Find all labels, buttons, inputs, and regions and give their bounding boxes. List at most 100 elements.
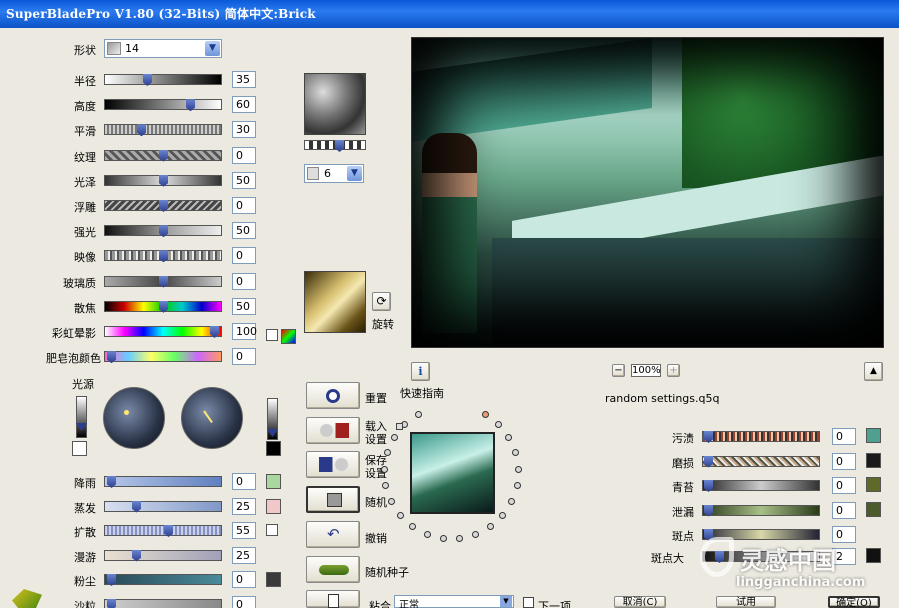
rotate-button[interactable]: ⟳ <box>372 292 391 311</box>
preset-dot[interactable] <box>382 482 389 489</box>
preset-dot[interactable] <box>384 449 391 456</box>
params-value-9[interactable]: 50 <box>232 297 256 315</box>
lower-thumb-4[interactable] <box>107 574 116 586</box>
preset-dot[interactable] <box>415 411 422 418</box>
lower-slider-3[interactable] <box>104 549 222 562</box>
save-settings-button[interactable] <box>306 451 360 478</box>
light-color-black[interactable] <box>266 441 281 456</box>
params-value-3[interactable]: 0 <box>232 146 256 164</box>
evaporate-color-swatch[interactable] <box>266 499 281 514</box>
preset-dot[interactable] <box>514 482 521 489</box>
lower-value-5[interactable]: 0 <box>232 595 256 608</box>
undo-button[interactable]: ↶ <box>306 521 360 548</box>
grunge-thumb-2[interactable] <box>704 480 713 492</box>
paste-button[interactable] <box>306 590 360 608</box>
zoom-out-button[interactable]: − <box>612 364 625 377</box>
params-slider-10[interactable] <box>104 326 222 338</box>
params-thumb-1[interactable] <box>186 99 195 112</box>
preset-dot[interactable] <box>472 531 479 538</box>
grunge-slider-1[interactable] <box>702 455 820 468</box>
chevron-down-icon[interactable]: ▼ <box>205 41 220 56</box>
params-slider-4[interactable] <box>104 174 222 187</box>
random-button[interactable] <box>306 486 360 513</box>
grunge-thumb-1[interactable] <box>704 455 713 468</box>
grunge-slider-0[interactable] <box>702 431 820 443</box>
preset-thumbnail[interactable] <box>410 432 495 514</box>
lower-slider-0[interactable] <box>104 476 222 488</box>
blend-dropdown[interactable]: 正常 ▼ <box>394 595 514 608</box>
load-settings-button[interactable] <box>306 417 360 444</box>
preset-dot[interactable] <box>495 421 502 428</box>
params-slider-7[interactable] <box>104 250 222 263</box>
grunge-color-3[interactable] <box>866 501 881 517</box>
preset-dot[interactable] <box>487 523 494 530</box>
params-value-5[interactable]: 0 <box>232 197 256 214</box>
light-ball-left[interactable] <box>103 387 165 449</box>
params-slider-11[interactable] <box>104 351 222 364</box>
params-value-7[interactable]: 0 <box>232 247 256 265</box>
lower-slider-2[interactable] <box>104 525 222 537</box>
preset-dot[interactable] <box>424 531 431 538</box>
params-slider-1[interactable] <box>104 99 222 112</box>
zoom-in-button[interactable]: + <box>667 364 680 377</box>
light-left-slider[interactable] <box>76 396 87 438</box>
preset-dot[interactable] <box>456 535 463 542</box>
defocus-checkbox[interactable] <box>266 329 278 341</box>
params-slider-0[interactable] <box>104 74 222 86</box>
params-value-1[interactable]: 60 <box>232 96 256 114</box>
params-slider-5[interactable] <box>104 200 222 212</box>
reset-button[interactable] <box>306 382 360 409</box>
params-thumb-8[interactable] <box>159 275 168 288</box>
preset-dot[interactable] <box>482 411 489 418</box>
gold-material-preview[interactable] <box>304 271 366 333</box>
lower-slider-1[interactable] <box>104 500 222 513</box>
lower-thumb-0[interactable] <box>107 476 116 488</box>
lower-thumb-3[interactable] <box>132 549 141 562</box>
texture-preview[interactable] <box>304 73 366 135</box>
grunge-value-0[interactable]: 0 <box>832 428 856 445</box>
light-ball-right[interactable] <box>181 387 243 449</box>
grunge-color-1[interactable] <box>866 452 881 468</box>
params-value-11[interactable]: 0 <box>232 348 256 366</box>
preset-dot[interactable] <box>388 498 395 505</box>
lower-value-3[interactable]: 25 <box>232 546 256 564</box>
texture-dropdown[interactable]: 6 ▼ <box>304 164 364 183</box>
preset-dot[interactable] <box>505 434 512 441</box>
grunge-color-0[interactable] <box>866 428 881 443</box>
params-slider-8[interactable] <box>104 275 222 288</box>
params-thumb-2[interactable] <box>137 124 146 137</box>
params-slider-9[interactable] <box>104 300 222 313</box>
lower-value-0[interactable]: 0 <box>232 473 256 490</box>
texture-scale-slider[interactable] <box>304 140 366 152</box>
lower-value-1[interactable]: 25 <box>232 497 256 515</box>
chevron-down-icon[interactable]: ▼ <box>347 166 362 181</box>
params-thumb-7[interactable] <box>159 250 168 263</box>
params-value-8[interactable]: 0 <box>232 272 256 290</box>
grunge-value-3[interactable]: 0 <box>832 501 856 519</box>
preset-dot[interactable] <box>409 523 416 530</box>
preset-dot[interactable] <box>508 498 515 505</box>
params-value-0[interactable]: 35 <box>232 71 256 88</box>
next-checkbox[interactable] <box>523 597 534 608</box>
grunge-color-2[interactable] <box>866 477 881 492</box>
lower-value-4[interactable]: 0 <box>232 571 256 588</box>
grunge-thumb-0[interactable] <box>704 431 713 443</box>
preset-dot[interactable] <box>397 512 404 519</box>
light-right-slider[interactable] <box>267 398 278 440</box>
preset-dot[interactable] <box>499 512 506 519</box>
chevron-down-icon[interactable]: ▼ <box>500 596 512 607</box>
grunge-slider-2[interactable] <box>702 480 820 492</box>
rainbow-icon[interactable] <box>281 329 296 344</box>
lower-value-2[interactable]: 55 <box>232 522 256 539</box>
lower-thumb-5[interactable] <box>107 598 116 608</box>
preset-dot[interactable] <box>515 466 522 473</box>
params-thumb-9[interactable] <box>159 300 168 313</box>
params-slider-6[interactable] <box>104 225 222 238</box>
grunge-value-1[interactable]: 0 <box>832 452 856 470</box>
shape-dropdown[interactable]: 14 ▼ <box>104 39 222 58</box>
preset-dot[interactable] <box>512 449 519 456</box>
params-value-6[interactable]: 50 <box>232 222 256 240</box>
dust-color-swatch[interactable] <box>266 572 281 587</box>
grunge-value-2[interactable]: 0 <box>832 477 856 494</box>
params-slider-3[interactable] <box>104 149 222 162</box>
